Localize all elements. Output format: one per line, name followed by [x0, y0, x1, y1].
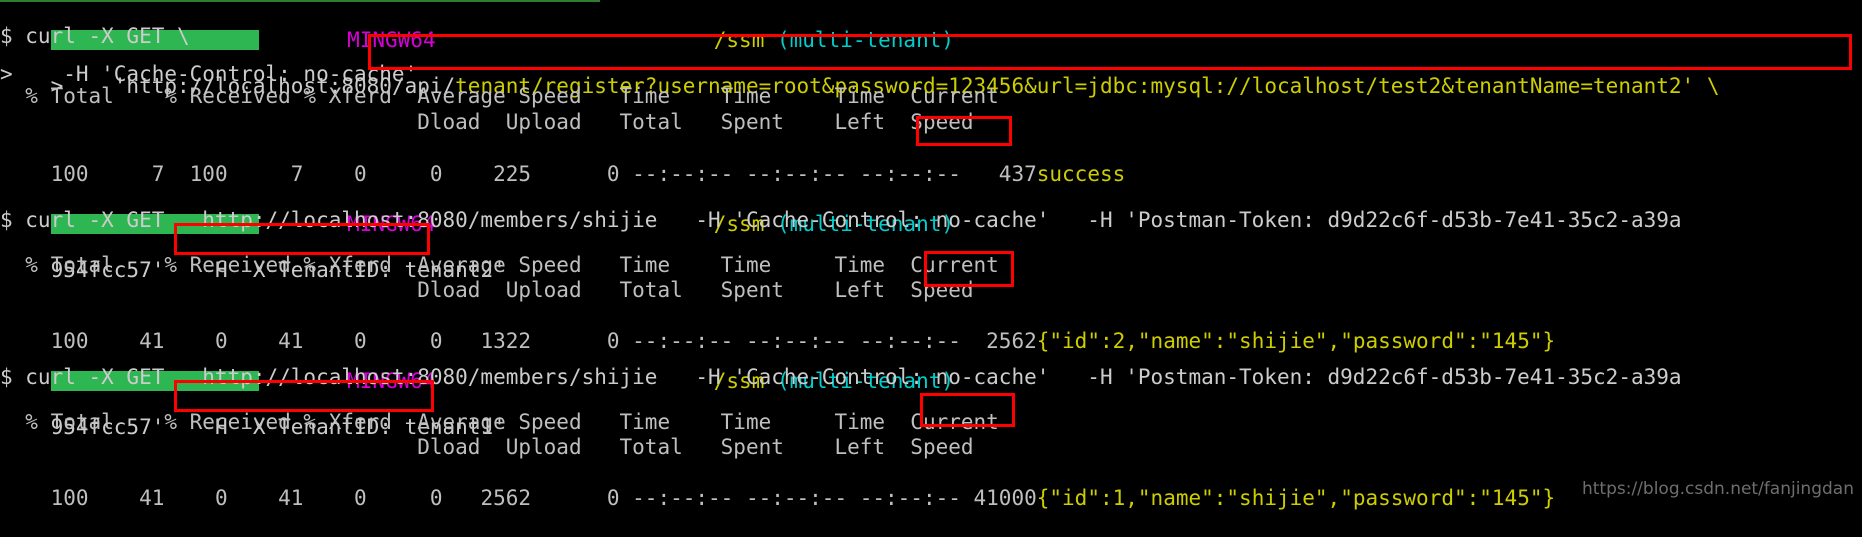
response-json-rest-2: "name":"shijie","password":"145"} — [1137, 328, 1556, 353]
progress-values-1: 100 7 100 7 0 0 225 0 --:--:-- --:--:-- … — [50, 161, 1037, 186]
response-json-id-3: {"id":1, — [1036, 485, 1138, 510]
progress-row-2: 100 41 0 41 0 0 1322 0 --:--:-- --:--:--… — [0, 303, 1556, 353]
progress-header-2a: % Total % Received % Xferd Average Speed… — [0, 253, 999, 277]
response-success-1: success — [1036, 161, 1126, 186]
progress-header-3b: Dload Upload Total Spent Left Speed — [0, 435, 974, 459]
progress-header-2b: Dload Upload Total Spent Left Speed — [0, 278, 974, 302]
progress-header-1b: Dload Upload Total Spent Left Speed — [0, 110, 974, 134]
progress-values-3: 100 41 0 41 0 0 2562 0 --:--:-- --:--:--… — [50, 485, 1037, 510]
terminal-window[interactable]: MINGW64 /ssm (multi-tenant) $ curl -X GE… — [0, 0, 1862, 510]
response-json-rest-3: "name":"shijie","password":"145"} — [1137, 485, 1556, 510]
progress-row-1: 100 7 100 7 0 0 225 0 --:--:-- --:--:-- … — [0, 136, 1126, 186]
command-line-3: $ curl -X GET http://localhost:8080/memb… — [0, 365, 1682, 389]
command-line-1a: $ curl -X GET \ — [0, 24, 190, 48]
response-json-id-2: {"id":2, — [1036, 328, 1138, 353]
progress-row-3: 100 41 0 41 0 0 2562 0 --:--:-- --:--:--… — [0, 460, 1556, 510]
watermark-text: https://blog.csdn.net/fanjingdan — [1581, 479, 1854, 500]
progress-header-1a: % Total % Received % Xferd Average Speed… — [0, 84, 999, 108]
command-line-2: $ curl -X GET http://localhost:8080/memb… — [0, 208, 1682, 232]
progress-header-3a: % Total % Received % Xferd Average Speed… — [0, 410, 999, 434]
